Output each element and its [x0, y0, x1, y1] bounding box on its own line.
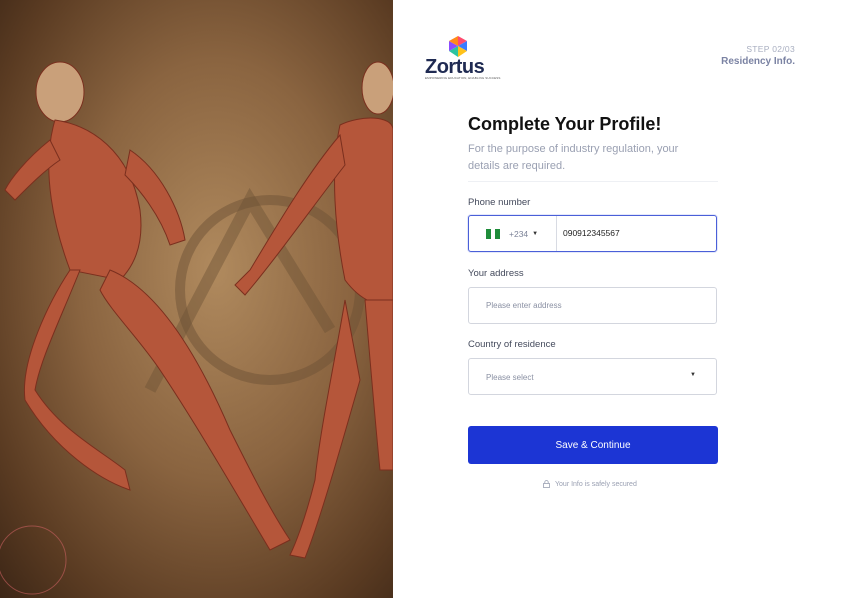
address-label: Your address — [468, 268, 524, 279]
country-select-value: Please select — [486, 373, 534, 382]
step-name: Residency Info. — [721, 56, 795, 67]
logo-mark-icon — [449, 36, 467, 57]
profile-form-panel: Zortus EMPOWERING EDUCATION, ENABLING SU… — [393, 0, 846, 598]
zortus-logo: Zortus EMPOWERING EDUCATION, ENABLING SU… — [425, 36, 500, 80]
divider — [468, 181, 718, 182]
secure-note-text: Your Info is safely secured — [555, 480, 637, 488]
country-select[interactable]: Please select ▼ — [468, 358, 717, 395]
save-continue-button[interactable]: Save & Continue — [468, 426, 718, 464]
phone-input[interactable]: 090912345567 — [563, 228, 620, 238]
page-title: Complete Your Profile! — [468, 114, 662, 134]
country-code-text: +234 — [509, 228, 529, 239]
lock-icon — [543, 480, 550, 488]
address-input[interactable] — [469, 288, 686, 323]
country-label: Country of residence — [468, 339, 556, 350]
phone-field: +234 ▼ 090912345567 — [468, 215, 717, 252]
nigeria-flag-icon — [486, 228, 501, 239]
chevron-down-icon: ▼ — [690, 372, 696, 378]
brand-tagline: EMPOWERING EDUCATION, ENABLING SUCCESS — [425, 76, 501, 80]
address-field — [468, 287, 717, 324]
page-subtitle: For the purpose of industry regulation, … — [468, 143, 679, 172]
step-indicator: STEP 02/03 — [746, 44, 795, 54]
secure-note: Your Info is safely secured — [543, 480, 637, 488]
chevron-down-icon: ▼ — [532, 230, 539, 237]
country-code-dropdown[interactable]: +234 ▼ — [469, 216, 557, 251]
anatomy-figures-image — [0, 61, 393, 595]
anatomy-illustration — [0, 0, 393, 598]
phone-label: Phone number — [468, 197, 531, 208]
